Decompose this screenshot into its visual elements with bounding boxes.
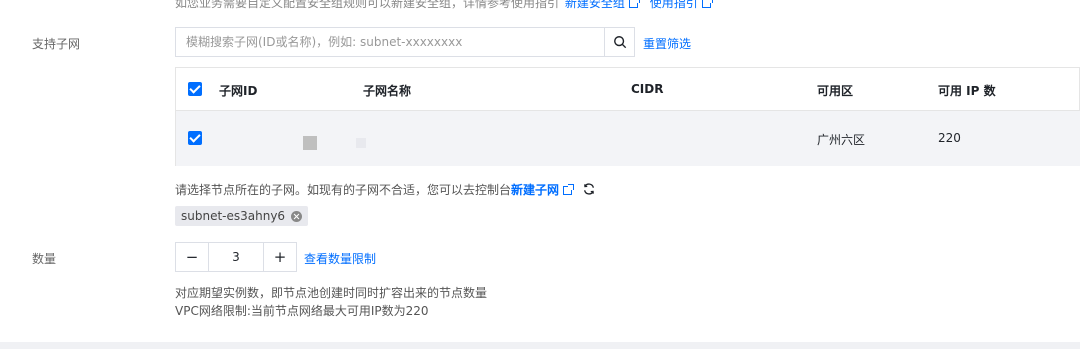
row-available-ips: 220	[938, 131, 961, 145]
column-header-zone: 可用区	[817, 84, 854, 98]
subnet-hint-text: 请选择节点所在的子网。如现有的子网不合适，您可以去控制台	[175, 183, 512, 197]
search-icon	[613, 36, 626, 49]
vpc-limit-description: VPC网络限制:当前节点网络最大可用IP数为220	[175, 304, 429, 318]
row-zone: 广州六区	[817, 133, 866, 147]
selected-subnet-tag-label: subnet-es3ahny6	[181, 209, 286, 223]
view-quantity-limit-link[interactable]: 查看数量限制	[304, 250, 376, 267]
refresh-button[interactable]	[578, 181, 596, 198]
security-group-note-text: 如您业务需要自定义配置安全组规则可以新建安全组，详情参考使用指引	[175, 0, 560, 10]
remove-tag-icon[interactable]	[291, 210, 303, 222]
column-header-cidr: CIDR	[631, 82, 664, 96]
quantity-stepper: − 3 +	[175, 242, 297, 272]
security-group-note: 如您业务需要自定义配置安全组规则可以新建安全组，详情参考使用指引 新建安全组 使…	[175, 0, 717, 11]
search-button[interactable]	[604, 28, 634, 56]
increment-button[interactable]: +	[264, 243, 296, 271]
redacted-subnet-id	[303, 136, 317, 150]
column-header-subnet-name: 子网名称	[363, 84, 412, 98]
refresh-icon	[584, 183, 595, 195]
column-header-available-ips: 可用 IP 数	[938, 84, 996, 98]
quantity-label: 数量	[32, 252, 57, 266]
subnet-table: 子网ID 子网名称 CIDR 可用区 可用 IP 数 广州六区 220	[175, 67, 1080, 166]
select-all-checkbox[interactable]	[188, 82, 202, 96]
external-link-icon	[628, 0, 640, 8]
redacted-subnet-name	[356, 138, 366, 148]
external-link-icon	[701, 0, 713, 8]
usage-guide-link[interactable]: 使用指引	[650, 0, 698, 10]
row-checkbox[interactable]	[188, 131, 202, 145]
new-security-group-link[interactable]: 新建安全组	[565, 0, 625, 10]
subnet-search-box	[175, 27, 635, 57]
table-row[interactable]: 广州六区 220	[175, 111, 1080, 166]
decrement-button[interactable]: −	[176, 243, 208, 271]
subnet-search-input[interactable]	[176, 28, 604, 56]
quantity-description: 对应期望实例数，即节点池创建时同时扩容出来的节点数量	[175, 286, 488, 300]
table-header: 子网ID 子网名称 CIDR 可用区 可用 IP 数	[175, 67, 1080, 111]
quantity-value-input[interactable]: 3	[208, 243, 264, 271]
footer-divider	[0, 342, 1080, 349]
reset-filter-link[interactable]: 重置筛选	[643, 35, 691, 52]
selected-subnet-tag: subnet-es3ahny6	[175, 206, 309, 226]
new-subnet-link[interactable]: 新建子网	[511, 181, 559, 198]
column-header-subnet-id: 子网ID	[219, 84, 258, 98]
external-link-icon	[563, 184, 575, 195]
subnet-hint: 请选择节点所在的子网。如现有的子网不合适，您可以去控制台 新建子网	[175, 181, 596, 198]
subnet-label: 支持子网	[32, 37, 81, 51]
